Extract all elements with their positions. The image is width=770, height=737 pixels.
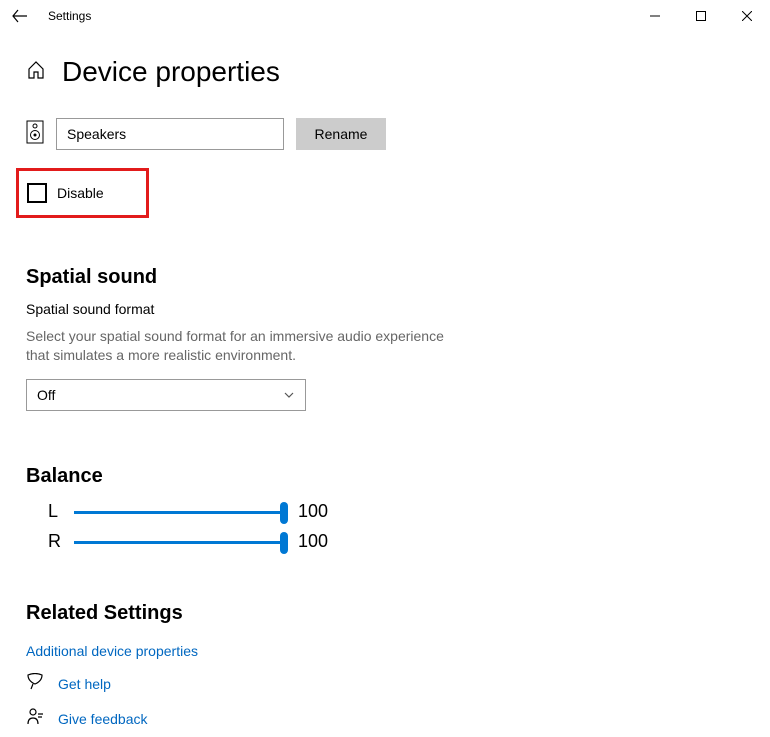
slider-thumb[interactable]	[280, 502, 288, 524]
balance-right-label: R	[48, 531, 60, 552]
balance-left-value: 100	[298, 501, 328, 522]
slider-thumb[interactable]	[280, 532, 288, 554]
speaker-icon	[26, 120, 44, 149]
spatial-sound-select[interactable]: Off	[26, 379, 306, 411]
spatial-sound-value: Off	[37, 387, 55, 403]
balance-left-label: L	[48, 501, 60, 522]
spatial-sound-label: Spatial sound format	[26, 301, 744, 317]
related-settings-heading: Related Settings	[26, 602, 744, 625]
spatial-sound-heading: Spatial sound	[26, 266, 744, 289]
help-icon	[26, 673, 44, 696]
window-title: Settings	[48, 9, 91, 23]
minimize-icon	[650, 11, 660, 21]
close-icon	[742, 11, 752, 21]
get-help-link[interactable]: Get help	[58, 676, 111, 692]
minimize-button[interactable]	[632, 0, 678, 32]
device-name-input[interactable]	[56, 118, 284, 150]
balance-right-slider[interactable]	[74, 530, 284, 554]
additional-device-properties-link[interactable]: Additional device properties	[26, 643, 198, 659]
balance-left-slider[interactable]	[74, 500, 284, 524]
balance-heading: Balance	[26, 465, 744, 488]
maximize-button[interactable]	[678, 0, 724, 32]
disable-checkbox[interactable]	[27, 183, 47, 203]
maximize-icon	[696, 11, 706, 21]
feedback-icon	[26, 708, 44, 731]
home-icon[interactable]	[26, 60, 46, 85]
close-button[interactable]	[724, 0, 770, 32]
back-arrow-icon	[12, 8, 28, 24]
balance-right-value: 100	[298, 531, 328, 552]
disable-label: Disable	[57, 185, 104, 201]
give-feedback-link[interactable]: Give feedback	[58, 711, 148, 727]
chevron-down-icon	[283, 389, 295, 401]
back-button[interactable]	[0, 0, 40, 32]
disable-highlight: Disable	[16, 168, 149, 218]
spatial-sound-description: Select your spatial sound format for an …	[26, 327, 466, 365]
rename-button[interactable]: Rename	[296, 118, 386, 150]
page-title: Device properties	[62, 56, 280, 88]
